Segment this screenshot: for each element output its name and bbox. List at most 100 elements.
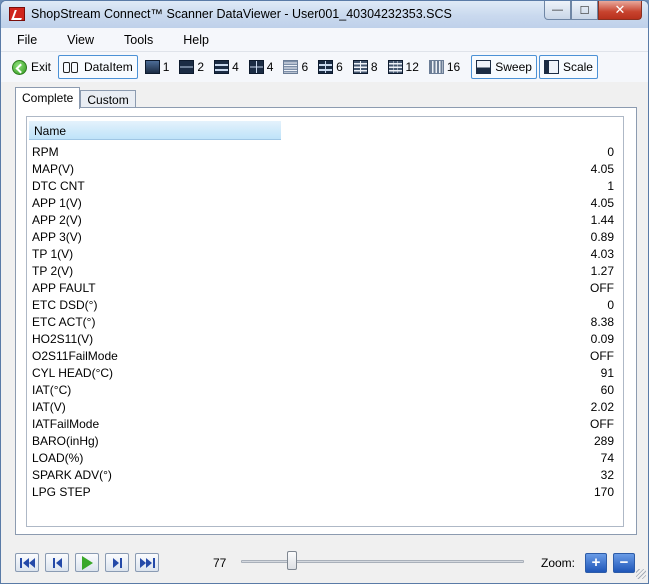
minimize-button[interactable]: — bbox=[544, 1, 571, 20]
table-row[interactable]: HO2S11(V) 0.09 bbox=[27, 331, 623, 348]
table-row[interactable]: IATFailMode OFF bbox=[27, 416, 623, 433]
table-row[interactable]: TP 1(V) 4.03 bbox=[27, 246, 623, 263]
window-controls: — ☐ ✕ bbox=[544, 1, 642, 20]
data-rows: RPM 0 MAP(V) 4.05 DTC CNT 1 APP 1(V) 4.05 APP 2(… bbox=[27, 144, 623, 501]
table-row[interactable]: APP 3(V) 0.89 bbox=[27, 229, 623, 246]
data-grid[interactable]: Name RPM 0 MAP(V) 4.05 DTC CNT 1 APP 1(V) 4.05 A… bbox=[26, 116, 624, 527]
table-row[interactable]: APP 2(V) 1.44 bbox=[27, 212, 623, 229]
layout-16-button[interactable]: 16 bbox=[426, 55, 463, 79]
previous-frame-button[interactable] bbox=[45, 553, 69, 572]
table-row[interactable]: CYL HEAD(°C) 91 bbox=[27, 365, 623, 382]
zoom-in-button[interactable]: + bbox=[585, 553, 607, 573]
layout-6-grid-icon bbox=[318, 60, 334, 74]
close-button[interactable]: ✕ bbox=[598, 1, 642, 20]
last-frame-button[interactable] bbox=[135, 553, 159, 572]
parameter-name: ETC ACT(°) bbox=[32, 315, 96, 329]
rewind-icon-2 bbox=[28, 557, 35, 568]
table-row[interactable]: O2S11FailMode OFF bbox=[27, 348, 623, 365]
parameter-value: 4.03 bbox=[590, 247, 614, 261]
app-logo-icon bbox=[9, 7, 25, 21]
layout-4-grid-button[interactable]: 4 bbox=[246, 55, 277, 79]
menu-tools[interactable]: Tools bbox=[122, 31, 155, 49]
table-row[interactable]: LPG STEP 170 bbox=[27, 484, 623, 501]
parameter-name: APP 2(V) bbox=[32, 213, 82, 227]
layout-16-label: 16 bbox=[446, 60, 461, 74]
playback-slider-track[interactable] bbox=[241, 560, 524, 563]
parameter-name: IATFailMode bbox=[32, 417, 100, 431]
layout-6-grid-label: 6 bbox=[336, 60, 343, 74]
step-back-icon bbox=[55, 557, 62, 568]
parameter-name: CYL HEAD(°C) bbox=[32, 366, 114, 380]
scale-button[interactable]: Scale bbox=[538, 55, 598, 79]
layout-2-button[interactable]: 2 bbox=[176, 55, 207, 79]
layout-16-icon bbox=[428, 60, 444, 74]
table-row[interactable]: RPM 0 bbox=[27, 144, 623, 161]
play-icon bbox=[81, 555, 93, 570]
parameter-name: IAT(V) bbox=[32, 400, 66, 414]
sweep-button[interactable]: Sweep bbox=[471, 55, 537, 79]
layout-1-label: 1 bbox=[162, 60, 170, 74]
menu-help[interactable]: Help bbox=[181, 31, 211, 49]
parameter-name: TP 1(V) bbox=[32, 247, 74, 261]
layout-12-label: 12 bbox=[405, 60, 419, 74]
layout-8-button[interactable]: 8 bbox=[350, 55, 381, 79]
tab-panel: Name RPM 0 MAP(V) 4.05 DTC CNT 1 APP 1(V) 4.05 A… bbox=[15, 107, 637, 535]
exit-arrow-icon bbox=[12, 59, 27, 75]
parameter-name: HO2S11(V) bbox=[32, 332, 94, 346]
parameter-value: 0.09 bbox=[590, 332, 614, 346]
layout-8-label: 8 bbox=[370, 60, 378, 74]
table-row[interactable]: APP 1(V) 4.05 bbox=[27, 195, 623, 212]
parameter-name: APP FAULT bbox=[32, 281, 96, 295]
layout-4-rows-button[interactable]: 4 bbox=[211, 55, 242, 79]
table-row[interactable]: SPARK ADV(°) 32 bbox=[27, 467, 623, 484]
parameter-value: 4.05 bbox=[590, 162, 614, 176]
table-row[interactable]: ETC ACT(°) 8.38 bbox=[27, 314, 623, 331]
layout-4-grid-icon bbox=[248, 60, 264, 74]
table-row[interactable]: BARO(inHg) 289 bbox=[27, 433, 623, 450]
parameter-name: LPG STEP bbox=[32, 485, 91, 499]
menu-view[interactable]: View bbox=[65, 31, 96, 49]
next-frame-button[interactable] bbox=[105, 553, 129, 572]
table-row[interactable]: IAT(°C) 60 bbox=[27, 382, 623, 399]
layout-4-rows-label: 4 bbox=[232, 60, 239, 74]
parameter-name: LOAD(%) bbox=[32, 451, 84, 465]
parameter-value: 4.05 bbox=[590, 196, 614, 210]
parameter-name: SPARK ADV(°) bbox=[32, 468, 112, 482]
menu-file[interactable]: File bbox=[15, 31, 39, 49]
table-row[interactable]: MAP(V) 4.05 bbox=[27, 161, 623, 178]
column-header-name[interactable]: Name bbox=[29, 121, 281, 140]
table-row[interactable]: LOAD(%) 74 bbox=[27, 450, 623, 467]
table-row[interactable]: DTC CNT 1 bbox=[27, 178, 623, 195]
parameter-value: 1 bbox=[607, 179, 614, 193]
layout-12-icon bbox=[387, 60, 403, 74]
layout-1-icon bbox=[144, 60, 160, 74]
exit-label: Exit bbox=[31, 60, 52, 74]
playback-slider-thumb[interactable] bbox=[286, 551, 297, 570]
parameter-name: TP 2(V) bbox=[32, 264, 74, 278]
table-row[interactable]: IAT(V) 2.02 bbox=[27, 399, 623, 416]
maximize-button[interactable]: ☐ bbox=[571, 1, 598, 20]
zoom-out-button[interactable]: − bbox=[613, 553, 635, 573]
fast-forward-icon-2 bbox=[145, 557, 152, 568]
layout-12-button[interactable]: 12 bbox=[385, 55, 422, 79]
table-row[interactable]: APP FAULT OFF bbox=[27, 280, 623, 297]
table-row[interactable]: ETC DSD(°) 0 bbox=[27, 297, 623, 314]
dataitem-button[interactable]: DataItem bbox=[58, 55, 138, 79]
layout-6-rows-button[interactable]: 6 bbox=[280, 55, 311, 79]
layout-2-label: 2 bbox=[197, 60, 205, 74]
tab-complete[interactable]: Complete bbox=[15, 87, 81, 109]
parameter-value: 8.38 bbox=[590, 315, 614, 329]
parameter-name: MAP(V) bbox=[32, 162, 74, 176]
parameter-value: 32 bbox=[600, 468, 614, 482]
title-bar[interactable]: ShopStream Connect™ Scanner DataViewer -… bbox=[1, 1, 648, 28]
toolbar: Exit DataItem 1 2 4 4 6 6 8 12 16 Sweep … bbox=[1, 52, 648, 82]
dataitem-icon bbox=[63, 61, 79, 73]
layout-1-button[interactable]: 1 bbox=[142, 55, 173, 79]
first-frame-button[interactable] bbox=[15, 553, 39, 572]
exit-button[interactable]: Exit bbox=[9, 55, 54, 79]
resize-grip[interactable] bbox=[636, 569, 646, 579]
step-forward-icon bbox=[112, 557, 119, 568]
layout-6-grid-button[interactable]: 6 bbox=[315, 55, 346, 79]
play-button[interactable] bbox=[75, 553, 99, 572]
table-row[interactable]: TP 2(V) 1.27 bbox=[27, 263, 623, 280]
